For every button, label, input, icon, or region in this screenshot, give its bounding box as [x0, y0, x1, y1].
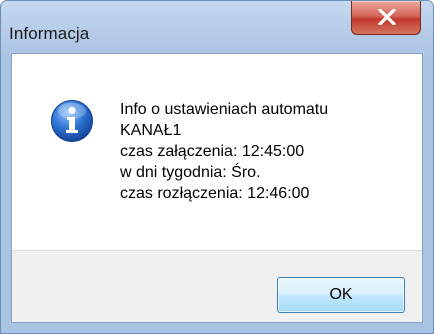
- message-area: Info o ustawieniach automatu KANAŁ1 czas…: [12, 54, 422, 250]
- message-line: Info o ustawieniach automatu: [120, 101, 329, 118]
- message-line: czas rozłączenia: 12:46:00: [120, 185, 310, 202]
- ok-button[interactable]: OK: [277, 277, 405, 313]
- window-title: Informacja: [9, 24, 90, 43]
- message-line: KANAŁ1: [120, 122, 182, 139]
- dialog-window: Informacja Info o ustawieniach automatu …: [0, 0, 434, 334]
- info-icon: [51, 100, 93, 142]
- message-text: Info o ustawieniach automatu KANAŁ1 czas…: [120, 99, 328, 204]
- message-line: w dni tygodnia: Śro.: [120, 164, 261, 181]
- close-icon: [378, 9, 396, 25]
- dialog-client-area: Info o ustawieniach automatu KANAŁ1 czas…: [11, 53, 423, 323]
- title-bar[interactable]: Informacja: [1, 1, 433, 53]
- close-button[interactable]: [351, 1, 421, 35]
- message-line: czas załączenia: 12:45:00: [120, 143, 305, 160]
- button-bar: OK: [12, 250, 422, 322]
